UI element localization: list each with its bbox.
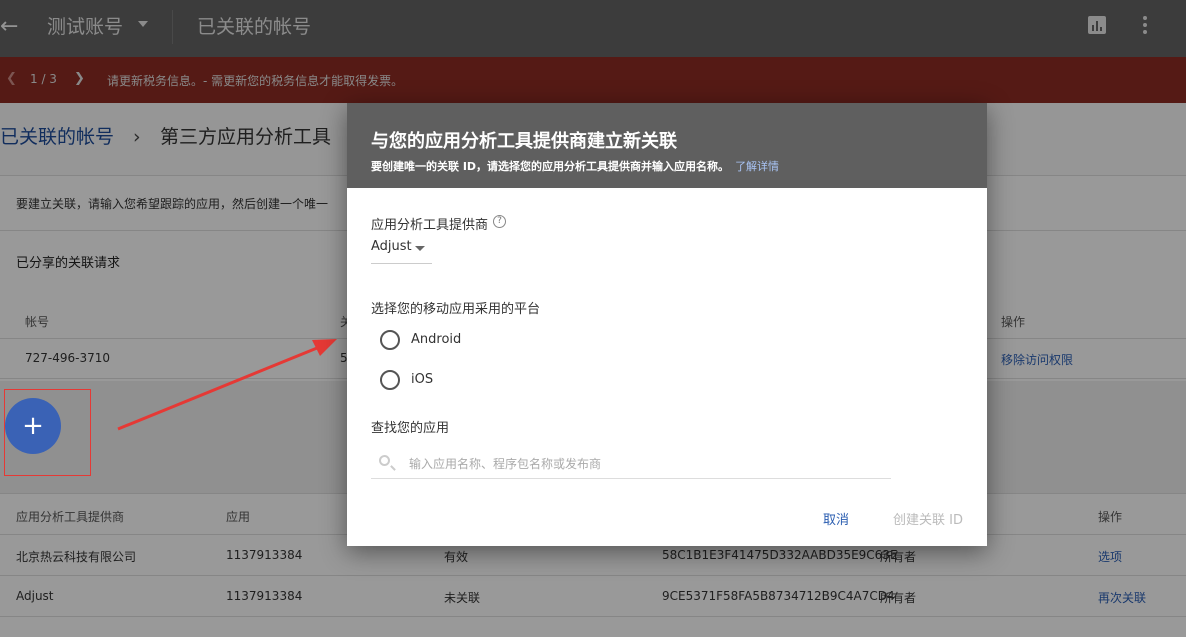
dropdown-caret-icon	[415, 246, 425, 251]
provider-label: 应用分析工具提供商	[371, 218, 489, 233]
radio-ios[interactable]	[380, 370, 400, 390]
platform-label: 选择您的移动应用采用的平台	[371, 302, 541, 317]
learn-more-link[interactable]: 了解详情	[735, 160, 779, 173]
radio-ios-label[interactable]: iOS	[411, 372, 433, 387]
highlight-box	[4, 389, 91, 476]
dialog-subtitle: 要创建唯一的关联 ID，请选择您的应用分析工具提供商并输入应用名称。 了解详情	[371, 158, 779, 174]
radio-android-label[interactable]: Android	[411, 332, 461, 347]
radio-android[interactable]	[380, 330, 400, 350]
app-search	[371, 449, 891, 479]
help-icon[interactable]: ?	[493, 215, 506, 228]
dialog-header: 与您的应用分析工具提供商建立新关联 要创建唯一的关联 ID，请选择您的应用分析工…	[347, 103, 987, 188]
new-link-dialog: 与您的应用分析工具提供商建立新关联 要创建唯一的关联 ID，请选择您的应用分析工…	[347, 103, 987, 546]
create-link-id-button[interactable]: 创建关联 ID	[893, 509, 963, 528]
provider-select[interactable]: Adjust	[371, 237, 432, 264]
dialog-subtitle-text: 要创建唯一的关联 ID，请选择您的应用分析工具提供商并输入应用名称。	[371, 160, 730, 173]
cancel-button[interactable]: 取消	[823, 509, 849, 528]
search-icon	[379, 455, 390, 466]
dialog-title: 与您的应用分析工具提供商建立新关联	[371, 131, 677, 152]
find-app-label: 查找您的应用	[371, 421, 450, 436]
app-search-input[interactable]	[409, 453, 879, 475]
provider-selected-value: Adjust	[371, 239, 412, 254]
